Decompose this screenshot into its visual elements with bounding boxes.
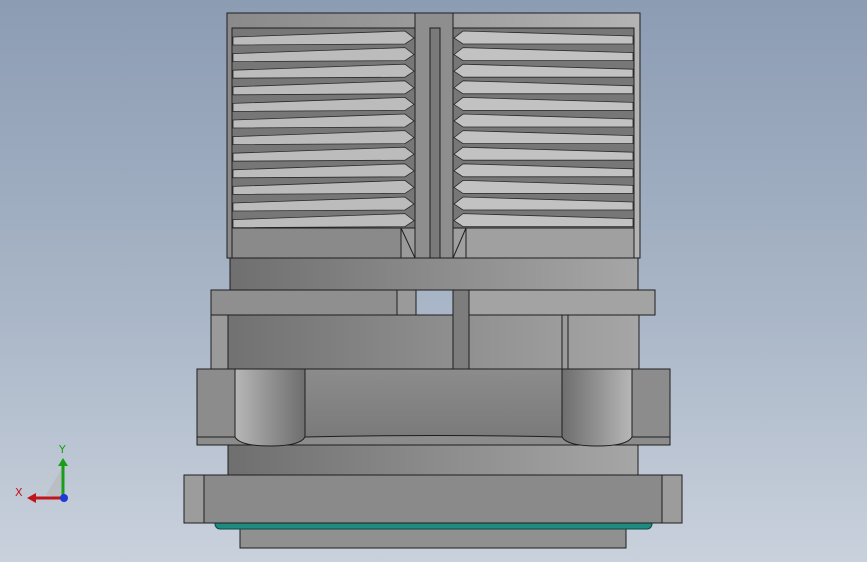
triad-z-axis (60, 494, 68, 502)
graphics-viewport[interactable]: Y X (0, 0, 867, 562)
triad-x-label: X (15, 486, 23, 499)
coordinate-triad (27, 458, 68, 503)
triad-y-label: Y (59, 443, 66, 456)
